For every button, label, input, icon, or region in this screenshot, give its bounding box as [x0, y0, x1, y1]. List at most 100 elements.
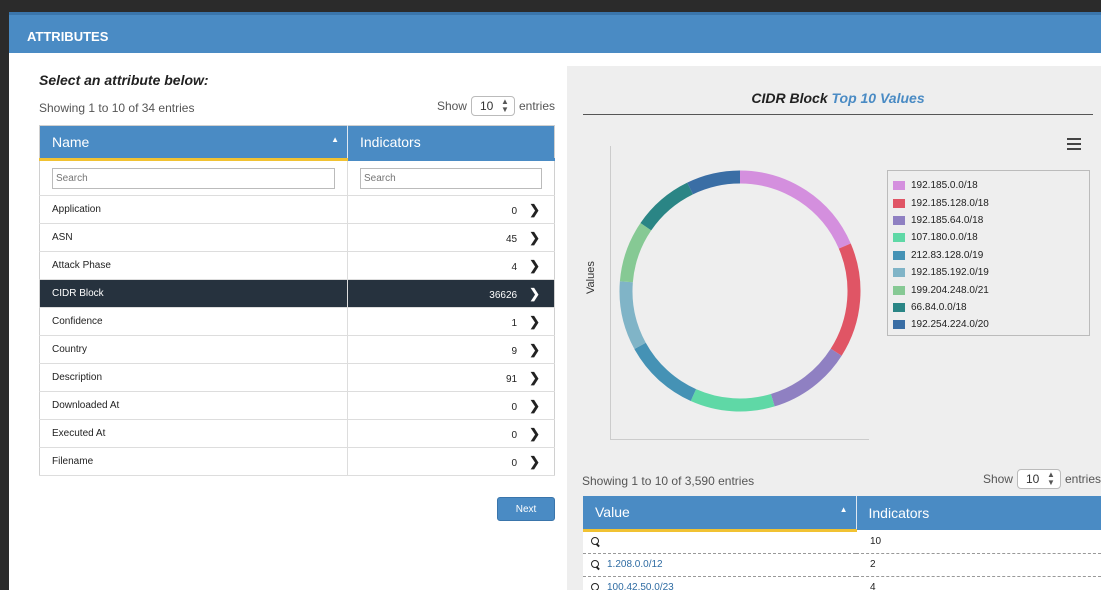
legend-item[interactable]: 107.180.0.0/18	[893, 229, 1084, 246]
chevron-right-icon[interactable]: ❯	[529, 342, 540, 358]
legend-item[interactable]: 192.185.192.0/19	[893, 264, 1084, 281]
attribute-name: Executed At	[39, 419, 348, 448]
value-link[interactable]: 1.208.0.0/12	[607, 559, 663, 570]
search-name-input[interactable]	[52, 167, 335, 189]
attribute-name: Confidence	[39, 307, 348, 336]
chevron-right-icon[interactable]: ❯	[529, 202, 540, 218]
legend-label: 192.185.0.0/18	[911, 180, 978, 192]
donut-slice[interactable]	[619, 281, 646, 349]
attribute-count: 45	[505, 233, 518, 245]
donut-slice[interactable]	[640, 182, 694, 231]
chevron-right-icon[interactable]: ❯	[529, 454, 540, 470]
attribute-name: CIDR Block	[39, 279, 348, 308]
values-page-length-select[interactable]: 10 ▲ ▼	[1016, 469, 1061, 489]
table-row[interactable]: ASN 45 ❯	[39, 223, 555, 252]
legend-item[interactable]: 192.185.128.0/18	[893, 194, 1084, 211]
table-row[interactable]: Filename 0 ❯	[39, 447, 555, 476]
filter-cell-name	[39, 159, 348, 196]
left-border	[0, 12, 9, 590]
table-row[interactable]: 10	[583, 530, 1101, 554]
donut-slice[interactable]	[634, 342, 697, 401]
attribute-name: Country	[39, 335, 348, 364]
attributes-table: Name ▲ Indicators Application0❯ASN45❯Att…	[39, 125, 555, 476]
select-arrows-icon: ▲ ▼	[1047, 470, 1055, 487]
attribute-count-cell: 45 ❯	[347, 223, 555, 252]
chart-title-main: CIDR Block	[751, 90, 828, 106]
column-header-value-indicators[interactable]: Indicators	[856, 496, 1101, 530]
donut-slice[interactable]	[739, 170, 851, 249]
table-row[interactable]: Description 91 ❯	[39, 363, 555, 392]
legend-label: 192.185.128.0/18	[911, 197, 989, 209]
table-row[interactable]: 1.208.0.0/12 2	[583, 553, 1101, 577]
column-header-indicators[interactable]: Indicators	[347, 125, 555, 161]
value-link[interactable]: 100.42.50.0/23	[607, 582, 674, 590]
donut-slice[interactable]	[687, 170, 741, 195]
attributes-panel: ATTRIBUTES Select an attribute below: Sh…	[9, 12, 1101, 590]
table-row[interactable]: Executed At 0 ❯	[39, 419, 555, 448]
table-row[interactable]: Application 0 ❯	[39, 195, 555, 224]
legend-label: 192.185.192.0/19	[911, 267, 989, 279]
values-table: Value ▲ Indicators 10 1.208.0.0/12 2 100.42…	[583, 496, 1101, 590]
page-length-control: Show 10 ▲ ▼ entries	[437, 96, 555, 116]
attribute-count-cell: 9 ❯	[347, 335, 555, 364]
chart-legend: 192.185.0.0/18 192.185.128.0/18 192.185.64…	[887, 170, 1090, 336]
values-entries-info: Showing 1 to 10 of 3,590 entries	[582, 474, 755, 488]
values-page-length-value: 10	[1025, 472, 1040, 486]
search-icon[interactable]	[591, 559, 600, 569]
chevron-right-icon[interactable]: ❯	[529, 398, 540, 414]
legend-swatch	[893, 181, 905, 191]
table-row[interactable]: Confidence 1 ❯	[39, 307, 555, 336]
chart-menu-icon[interactable]	[1067, 138, 1081, 150]
table-row[interactable]: 100.42.50.0/23 4	[583, 576, 1101, 590]
legend-label: 107.180.0.0/18	[911, 232, 978, 244]
donut-slice[interactable]	[690, 389, 775, 412]
entries-info: Showing 1 to 10 of 34 entries	[39, 101, 195, 115]
attribute-count-cell: 36626 ❯	[347, 279, 555, 308]
search-indicators-input[interactable]	[360, 167, 542, 189]
legend-swatch	[893, 320, 905, 330]
attribute-list-section: Select an attribute below: Showing 1 to …	[39, 72, 555, 521]
column-header-value[interactable]: Value ▲	[583, 496, 857, 532]
legend-label: 192.254.224.0/20	[911, 319, 989, 331]
chevron-right-icon[interactable]: ❯	[529, 370, 540, 386]
legend-swatch	[893, 233, 905, 243]
legend-item[interactable]: 192.185.64.0/18	[893, 212, 1084, 229]
page-length-select[interactable]: 10 ▲ ▼	[470, 96, 515, 116]
table-row[interactable]: Attack Phase 4 ❯	[39, 251, 555, 280]
table-info-row: Showing 1 to 10 of 34 entries Show 10 ▲ ▼…	[39, 95, 555, 119]
next-button[interactable]: Next	[497, 497, 555, 521]
filter-cell-indicators	[347, 159, 555, 196]
column-header-value-label: Value	[595, 504, 630, 521]
chevron-right-icon[interactable]: ❯	[529, 314, 540, 330]
chevron-right-icon[interactable]: ❯	[529, 426, 540, 442]
chart-title-accent: Top 10 Values	[831, 90, 925, 106]
legend-label: 66.84.0.0/18	[911, 301, 967, 313]
donut-slice[interactable]	[830, 243, 861, 356]
search-icon[interactable]	[591, 582, 600, 590]
attribute-count: 0	[511, 429, 518, 441]
attribute-name: Downloaded At	[39, 391, 348, 420]
column-header-name[interactable]: Name ▲	[39, 125, 348, 161]
legend-swatch	[893, 302, 905, 312]
table-row[interactable]: Country 9 ❯	[39, 335, 555, 364]
legend-item[interactable]: 192.254.224.0/20	[893, 316, 1084, 333]
table-row[interactable]: CIDR Block 36626 ❯	[39, 279, 555, 308]
legend-item[interactable]: 199.204.248.0/21	[893, 281, 1084, 298]
value-count: 4	[856, 576, 1101, 590]
donut-slice[interactable]	[770, 348, 842, 407]
values-page-length-control: Show 10 ▲ ▼ entries	[983, 469, 1101, 489]
donut-slice[interactable]	[619, 223, 652, 283]
search-icon[interactable]	[591, 537, 600, 546]
legend-item[interactable]: 192.185.0.0/18	[893, 177, 1084, 194]
chevron-right-icon[interactable]: ❯	[529, 258, 540, 274]
attribute-count-cell: 0 ❯	[347, 447, 555, 476]
chevron-right-icon[interactable]: ❯	[529, 230, 540, 246]
chevron-right-icon[interactable]: ❯	[529, 286, 540, 302]
value-count: 2	[856, 553, 1101, 577]
attribute-count-cell: 0 ❯	[347, 391, 555, 420]
legend-item[interactable]: 66.84.0.0/18	[893, 299, 1084, 316]
attribute-name: Filename	[39, 447, 348, 476]
table-row[interactable]: Downloaded At 0 ❯	[39, 391, 555, 420]
legend-item[interactable]: 212.83.128.0/19	[893, 247, 1084, 264]
y-axis-line	[610, 146, 611, 439]
